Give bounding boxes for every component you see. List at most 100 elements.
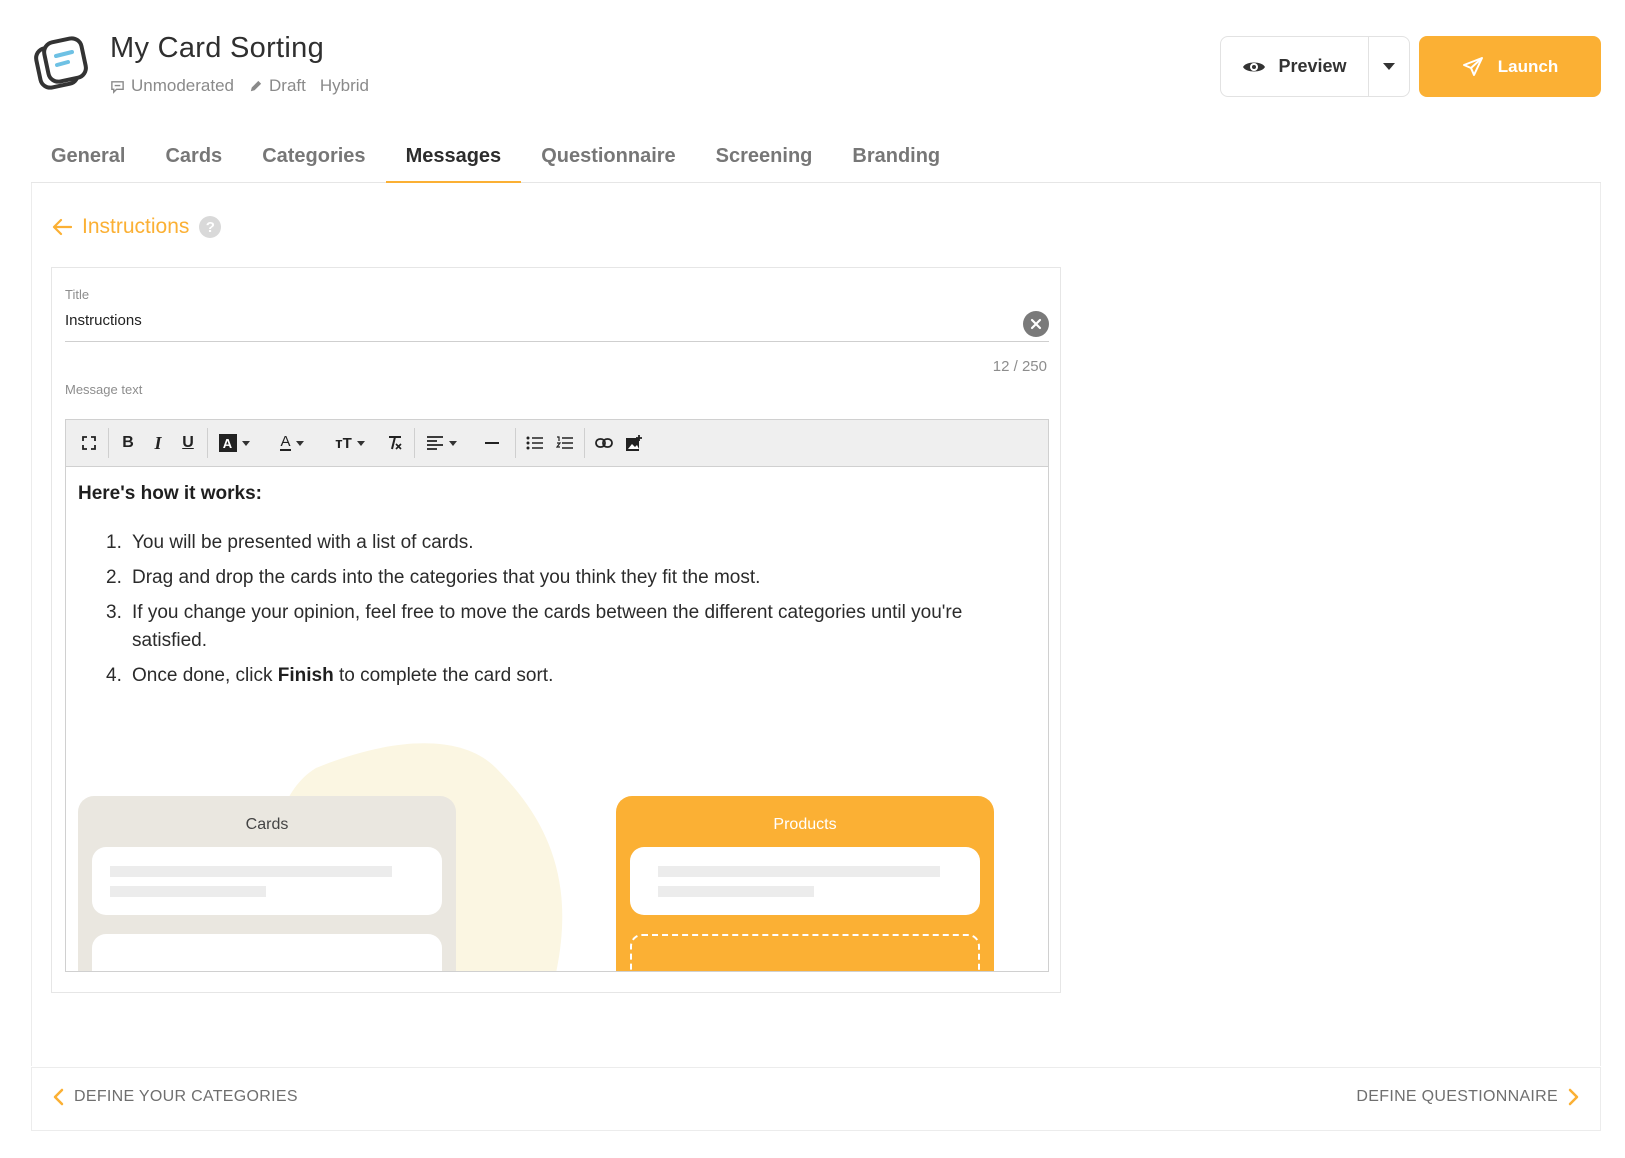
placeholder-card <box>630 847 980 915</box>
clear-format-button[interactable] <box>380 428 410 458</box>
bold-button[interactable]: B <box>113 428 143 458</box>
bullet-list-button[interactable] <box>520 428 550 458</box>
message-form-card: Title Instructions 12 / 250 Message text… <box>51 267 1061 993</box>
preview-dropdown-button[interactable] <box>1369 37 1409 96</box>
preview-label: Preview <box>1278 56 1347 76</box>
cards-column-title: Cards <box>245 816 289 833</box>
drop-zone <box>630 934 980 971</box>
horizontal-rule-icon <box>485 442 499 444</box>
help-icon[interactable]: ? <box>199 216 222 238</box>
insert-image-button[interactable] <box>619 428 649 458</box>
meta-unmoderated: Unmoderated <box>110 76 234 96</box>
image-icon <box>626 435 642 451</box>
back-to-messages[interactable]: Instructions ? <box>52 215 222 239</box>
list-item-number: 1. <box>106 532 122 553</box>
list-item-text: Once done, click Finish to complete the … <box>126 662 553 690</box>
prev-step-button[interactable]: DEFINE YOUR CATEGORIES <box>52 1088 298 1106</box>
close-icon <box>1030 318 1042 330</box>
align-button[interactable] <box>419 428 463 458</box>
tab-screening[interactable]: Screening <box>696 135 833 182</box>
list-item-number: 2. <box>106 567 122 588</box>
meta-unmoderated-label: Unmoderated <box>131 76 235 95</box>
chevron-down-icon <box>448 440 457 446</box>
tab-messages[interactable]: Messages <box>385 135 522 183</box>
list-item-text: You will be presented with a list of car… <box>126 529 473 557</box>
placeholder-line <box>110 866 392 877</box>
list-item: 4. Once done, click Finish to complete t… <box>106 662 1006 690</box>
arrow-left-icon <box>52 218 72 236</box>
char-counter: 12 / 250 <box>992 358 1047 375</box>
highlight-color-button[interactable]: A <box>212 428 256 458</box>
clear-format-icon <box>389 436 402 450</box>
numbered-list-button[interactable] <box>550 428 580 458</box>
font-size-icon: тT <box>335 434 352 452</box>
chevron-down-icon <box>356 440 365 446</box>
list-item-text-pre: Drag and drop the cards into the categor… <box>132 567 761 588</box>
preview-button-group: Preview <box>1220 36 1410 97</box>
toolbar-divider <box>414 428 415 458</box>
underline-button[interactable]: U <box>173 428 203 458</box>
header: My Card Sorting Unmoderated Draft Hybrid… <box>0 0 1625 120</box>
font-size-button[interactable]: тT <box>324 428 376 458</box>
chevron-down-icon <box>241 440 250 446</box>
tab-questionnaire[interactable]: Questionnaire <box>521 135 695 182</box>
launch-button[interactable]: Launch <box>1419 36 1601 97</box>
fullscreen-button[interactable] <box>74 428 104 458</box>
align-left-icon <box>426 436 443 450</box>
text-color-button[interactable]: A <box>266 428 318 458</box>
title-input[interactable]: Instructions <box>65 311 1049 342</box>
message-text-label: Message text <box>65 382 143 397</box>
editor-toolbar: B I U A A тT <box>66 420 1048 467</box>
chat-icon <box>111 80 124 94</box>
list-item-number: 4. <box>106 665 122 686</box>
horizontal-rule-button[interactable] <box>477 428 507 458</box>
cards-column: Cards <box>78 796 456 971</box>
title-input-value: Instructions <box>65 312 142 329</box>
rich-text-editor: B I U A A тT Here's how it works: 1. You… <box>65 419 1049 972</box>
list-item: 1. You will be presented with a list of … <box>106 529 1006 557</box>
insert-link-button[interactable] <box>589 428 619 458</box>
list-item-text: If you change your opinion, feel free to… <box>126 599 1006 655</box>
next-step-label: DEFINE QUESTIONNAIRE <box>1356 1088 1558 1105</box>
messages-panel: Instructions ? Title Instructions 12 / 2… <box>31 183 1601 1066</box>
card-sort-illustration: Cards Products <box>66 728 1048 971</box>
next-step-button[interactable]: DEFINE QUESTIONNAIRE <box>1356 1088 1580 1106</box>
tab-branding[interactable]: Branding <box>832 135 960 182</box>
list-item: 2. Drag and drop the cards into the cate… <box>106 564 1006 592</box>
fullscreen-icon <box>82 436 96 450</box>
placeholder-line <box>658 886 814 897</box>
paper-plane-icon <box>1462 56 1483 76</box>
products-column-title: Products <box>773 816 837 833</box>
tab-general[interactable]: General <box>31 135 145 182</box>
app-logo <box>32 34 90 92</box>
tab-categories[interactable]: Categories <box>242 135 385 182</box>
project-meta: Unmoderated Draft Hybrid <box>110 76 369 96</box>
link-icon <box>595 438 613 448</box>
list-item-text-post: to complete the card sort. <box>333 665 554 686</box>
tab-cards[interactable]: Cards <box>145 135 242 182</box>
numbered-list-icon <box>556 436 573 449</box>
list-item-text: Drag and drop the cards into the categor… <box>126 564 760 592</box>
products-column: Products <box>616 796 994 971</box>
placeholder-line <box>658 866 940 877</box>
chevron-down-icon <box>1383 63 1395 70</box>
underline-icon: U <box>182 434 194 451</box>
chevron-down-icon <box>295 440 304 446</box>
italic-icon: I <box>154 432 162 453</box>
chevron-right-icon <box>1568 1088 1579 1106</box>
bullet-list-icon <box>526 436 543 450</box>
clear-title-button[interactable] <box>1023 311 1049 337</box>
placeholder-line <box>110 886 266 897</box>
footer-nav: DEFINE YOUR CATEGORIES DEFINE QUESTIONNA… <box>31 1067 1601 1131</box>
italic-button[interactable]: I <box>143 428 173 458</box>
list-item-number: 3. <box>106 602 122 623</box>
toolbar-divider <box>207 428 208 458</box>
toolbar-divider <box>108 428 109 458</box>
highlight-icon: A <box>218 434 237 452</box>
instructions-heading: Here's how it works: <box>78 483 263 504</box>
preview-button[interactable]: Preview <box>1221 37 1369 96</box>
eye-icon <box>1243 62 1266 71</box>
editor-content[interactable]: Here's how it works: 1. You will be pres… <box>66 468 1048 971</box>
project-title: My Card Sorting <box>110 32 325 64</box>
meta-draft: Draft <box>248 76 306 96</box>
